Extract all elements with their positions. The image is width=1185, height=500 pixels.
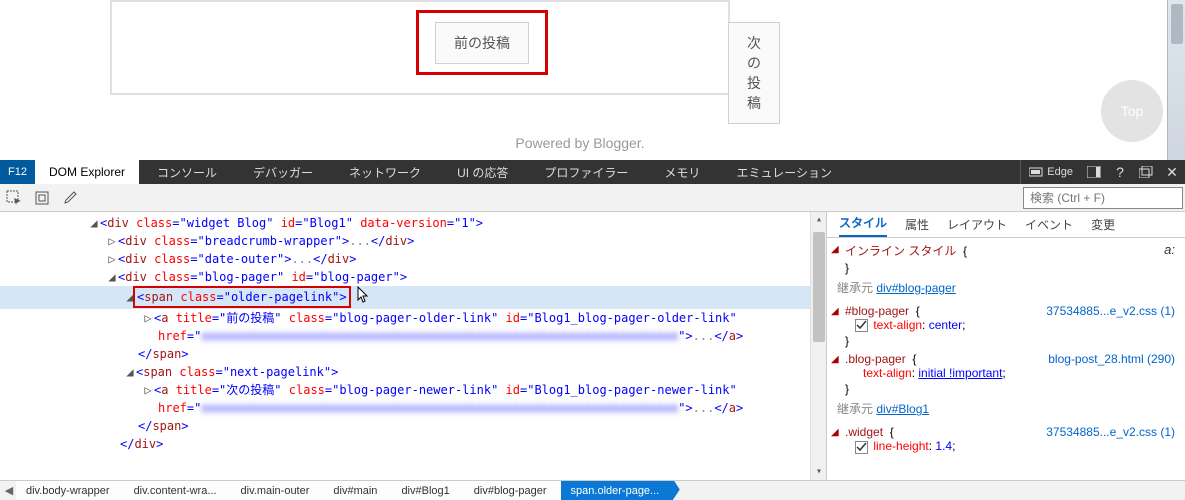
dom-node[interactable]: </div> xyxy=(0,435,810,453)
property-toggle-checkbox[interactable] xyxy=(855,441,868,454)
expand-arrow-icon[interactable]: ▷ xyxy=(142,381,154,399)
emulation-mode-selector[interactable]: Edge xyxy=(1020,160,1081,184)
scroll-down-icon[interactable]: ▾ xyxy=(811,464,827,480)
pager-container: 前の投稿 次の投稿 xyxy=(110,0,730,95)
next-post-button[interactable]: 次の投稿 xyxy=(728,22,780,124)
device-icon xyxy=(1029,167,1043,177)
help-icon[interactable]: ? xyxy=(1107,160,1133,184)
style-rule[interactable]: ◢ .widget { 37534885...e_v2.css (1) line… xyxy=(827,421,1185,455)
collapse-arrow-icon[interactable]: ◢ xyxy=(88,214,100,232)
inherit-from: 継承元 div#Blog1 xyxy=(827,396,1185,421)
dom-node[interactable]: ◢<div class="widget Blog" id="Blog1" dat… xyxy=(0,214,810,232)
cursor-icon xyxy=(357,286,371,309)
f12-badge: F12 xyxy=(0,160,35,184)
dom-node[interactable]: ▷<div class="breadcrumb-wrapper">...</di… xyxy=(0,232,810,250)
prev-post-button[interactable]: 前の投稿 xyxy=(435,22,529,64)
tab-dom-explorer[interactable]: DOM Explorer xyxy=(35,160,139,184)
styles-tab-events[interactable]: イベント xyxy=(1025,216,1073,237)
powered-by-text: Powered by Blogger. xyxy=(0,135,1160,151)
breadcrumb-item[interactable]: div#main xyxy=(323,481,391,500)
dom-node[interactable]: </span> xyxy=(0,417,810,435)
inherit-from: 継承元 div#blog-pager xyxy=(827,275,1185,300)
breadcrumb-item[interactable]: div#blog-pager xyxy=(464,481,561,500)
highlight-element-icon[interactable] xyxy=(28,184,56,212)
breadcrumb-item[interactable]: div.body-wrapper xyxy=(16,481,124,500)
tab-console[interactable]: コンソール xyxy=(139,160,235,184)
property-toggle-checkbox[interactable] xyxy=(855,319,868,332)
breadcrumb-item[interactable]: div.main-outer xyxy=(231,481,324,500)
dom-tree-panel[interactable]: ◢<div class="widget Blog" id="Blog1" dat… xyxy=(0,212,827,480)
dock-icon[interactable] xyxy=(1081,160,1107,184)
close-brace: } xyxy=(827,334,1185,348)
source-link[interactable]: blog-post_28.html (290) xyxy=(1048,352,1175,366)
style-rule[interactable]: ◢ .blog-pager { blog-post_28.html (290) … xyxy=(827,348,1185,382)
close-icon[interactable]: ✕ xyxy=(1159,160,1185,184)
dom-node[interactable]: ◢<span class="next-pagelink"> xyxy=(0,363,810,381)
style-rule[interactable]: ◢ #blog-pager { 37534885...e_v2.css (1) … xyxy=(827,300,1185,334)
dom-node-selected[interactable]: ◢<span class="older-pagelink"> xyxy=(0,286,810,309)
close-brace: } xyxy=(827,382,1185,396)
expand-arrow-icon[interactable]: ▷ xyxy=(142,309,154,327)
prev-button-highlight: 前の投稿 xyxy=(416,10,548,75)
dom-breadcrumb: ◀ div.body-wrapper div.content-wra... di… xyxy=(0,480,1185,500)
breadcrumb-left-icon[interactable]: ◀ xyxy=(2,484,16,497)
styles-tabs: スタイル 属性 レイアウト イベント 変更 xyxy=(827,212,1185,238)
collapse-arrow-icon[interactable]: ◢ xyxy=(831,427,839,438)
tab-profiler[interactable]: プロファイラー xyxy=(526,160,646,184)
collapse-arrow-icon[interactable]: ◢ xyxy=(831,354,839,365)
dom-node-cont[interactable]: href="xxxxxxxxxxxxxxxxxxxxxxxxxxxxxxxxxx… xyxy=(0,399,810,417)
source-link[interactable]: 37534885...e_v2.css (1) xyxy=(1046,304,1175,318)
tab-emulation[interactable]: エミュレーション xyxy=(718,160,850,184)
tab-network[interactable]: ネットワーク xyxy=(331,160,439,184)
expand-arrow-icon[interactable]: ▷ xyxy=(106,232,118,250)
collapse-arrow-icon[interactable]: ◢ xyxy=(106,268,118,286)
dom-node-cont[interactable]: href="xxxxxxxxxxxxxxxxxxxxxxxxxxxxxxxxxx… xyxy=(0,327,810,345)
styles-tab-changes[interactable]: 変更 xyxy=(1091,216,1115,237)
dom-scrollbar[interactable]: ▴ ▾ xyxy=(810,212,826,480)
inherit-link[interactable]: div#blog-pager xyxy=(876,281,955,295)
expand-arrow-icon[interactable]: ▷ xyxy=(106,250,118,268)
breadcrumb-item-selected[interactable]: span.older-page... xyxy=(561,481,674,500)
tab-ui-response[interactable]: UI の応答 xyxy=(439,160,526,184)
search-input[interactable] xyxy=(1023,187,1183,209)
dom-node[interactable]: </span> xyxy=(0,345,810,363)
breadcrumb-item[interactable]: div.content-wra... xyxy=(124,481,231,500)
close-brace: } xyxy=(827,261,1185,275)
devtools-toolbar xyxy=(0,184,1185,212)
dom-node[interactable]: ▷<div class="date-outer">...</div> xyxy=(0,250,810,268)
scroll-top-button[interactable]: Top xyxy=(1101,80,1163,142)
collapse-arrow-icon[interactable]: ◢ xyxy=(831,306,839,317)
styles-tab-layout[interactable]: レイアウト xyxy=(947,216,1007,237)
select-element-icon[interactable] xyxy=(0,184,28,212)
collapse-arrow-icon[interactable]: ◢ xyxy=(831,244,839,255)
dom-node[interactable]: ▷<a title="次の投稿" class="blog-pager-newer… xyxy=(0,381,810,399)
source-link[interactable]: 37534885...e_v2.css (1) xyxy=(1046,425,1175,439)
tab-debugger[interactable]: デバッガー xyxy=(235,160,331,184)
devtools-tabbar: F12 DOM Explorer コンソール デバッガー ネットワーク UI の… xyxy=(0,160,1185,184)
collapse-arrow-icon[interactable]: ◢ xyxy=(124,363,136,381)
scroll-up-icon[interactable]: ▴ xyxy=(811,212,827,228)
undock-icon[interactable] xyxy=(1133,160,1159,184)
styles-panel: スタイル 属性 レイアウト イベント 変更 a: ◢ インライン スタイル { … xyxy=(827,212,1185,480)
color-picker-icon[interactable] xyxy=(56,184,84,212)
inherit-link[interactable]: div#Blog1 xyxy=(876,402,929,416)
styles-tab-styles[interactable]: スタイル xyxy=(839,214,887,237)
tab-memory[interactable]: メモリ xyxy=(646,160,718,184)
inline-style-rule[interactable]: ◢ インライン スタイル { xyxy=(827,238,1185,261)
dom-node[interactable]: ◢<div class="blog-pager" id="blog-pager"… xyxy=(0,268,810,286)
styles-tab-attributes[interactable]: 属性 xyxy=(905,216,929,237)
page-scrollbar[interactable] xyxy=(1167,0,1185,160)
page-preview: 前の投稿 次の投稿 Powered by Blogger. Top xyxy=(0,0,1185,160)
dom-node[interactable]: ▷<a title="前の投稿" class="blog-pager-older… xyxy=(0,309,810,327)
breadcrumb-item[interactable]: div#Blog1 xyxy=(391,481,463,500)
